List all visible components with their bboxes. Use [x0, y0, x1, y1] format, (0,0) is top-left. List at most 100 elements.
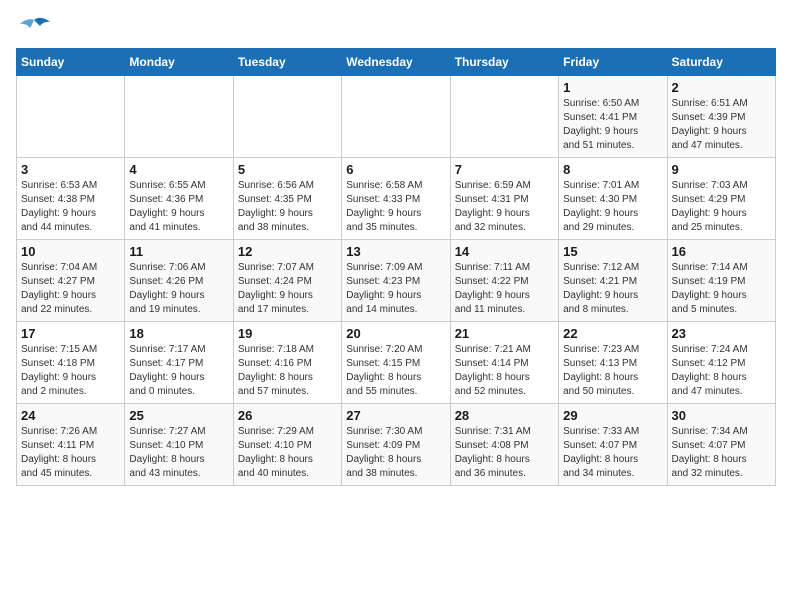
calendar-cell [125, 76, 233, 158]
day-number: 25 [129, 408, 228, 423]
day-number: 9 [672, 162, 771, 177]
day-number: 8 [563, 162, 662, 177]
day-number: 10 [21, 244, 120, 259]
header-wednesday: Wednesday [342, 49, 450, 76]
day-number: 4 [129, 162, 228, 177]
header-sunday: Sunday [17, 49, 125, 76]
calendar-cell: 9 Sunrise: 7:03 AM Sunset: 4:29 PM Daylig… [667, 158, 775, 240]
day-info: Sunrise: 7:29 AM Sunset: 4:10 PM Dayligh… [238, 425, 337, 481]
calendar-cell: 19 Sunrise: 7:18 AM Sunset: 4:16 PM Dayli… [233, 322, 341, 404]
calendar-cell: 14 Sunrise: 7:11 AM Sunset: 4:22 PM Dayli… [450, 240, 558, 322]
calendar-cell: 4Sunrise: 6:55 AM Sunset: 4:36 PM Daylig… [125, 158, 233, 240]
calendar-cell: 1 Sunrise: 6:50 AM Sunset: 4:41 PM Daylig… [559, 76, 667, 158]
calendar-cell: 7 Sunrise: 6:59 AM Sunset: 4:31 PM Daylig… [450, 158, 558, 240]
day-number: 24 [21, 408, 120, 423]
day-number: 22 [563, 326, 662, 341]
day-info: Sunrise: 7:14 AM Sunset: 4:19 PM Dayligh… [672, 261, 771, 317]
day-number: 13 [346, 244, 445, 259]
calendar-cell: 13 Sunrise: 7:09 AM Sunset: 4:23 PM Dayli… [342, 240, 450, 322]
day-number: 27 [346, 408, 445, 423]
day-info: Sunrise: 7:04 AM Sunset: 4:27 PM Dayligh… [21, 261, 120, 317]
day-number: 5 [238, 162, 337, 177]
day-info: Sunrise: 7:15 AM Sunset: 4:18 PM Dayligh… [21, 343, 120, 399]
day-number: 21 [455, 326, 554, 341]
day-number: 12 [238, 244, 337, 259]
day-info: Sunrise: 7:09 AM Sunset: 4:23 PM Dayligh… [346, 261, 445, 317]
calendar-cell: 22Sunrise: 7:23 AM Sunset: 4:13 PM Dayli… [559, 322, 667, 404]
day-number: 19 [238, 326, 337, 341]
day-info: Sunrise: 7:01 AM Sunset: 4:30 PM Dayligh… [563, 179, 662, 235]
day-info: Sunrise: 7:06 AM Sunset: 4:26 PM Dayligh… [129, 261, 228, 317]
day-number: 30 [672, 408, 771, 423]
day-info: Sunrise: 7:17 AM Sunset: 4:17 PM Dayligh… [129, 343, 228, 399]
calendar-cell: 29 Sunrise: 7:33 AM Sunset: 4:07 PM Dayli… [559, 404, 667, 486]
day-info: Sunrise: 7:07 AM Sunset: 4:24 PM Dayligh… [238, 261, 337, 317]
calendar-cell: 23Sunrise: 7:24 AM Sunset: 4:12 PM Dayli… [667, 322, 775, 404]
calendar-cell: 6Sunrise: 6:58 AM Sunset: 4:33 PM Daylig… [342, 158, 450, 240]
calendar-cell: 27 Sunrise: 7:30 AM Sunset: 4:09 PM Dayli… [342, 404, 450, 486]
calendar-row: 10 Sunrise: 7:04 AM Sunset: 4:27 PM Dayli… [17, 240, 776, 322]
day-info: Sunrise: 7:12 AM Sunset: 4:21 PM Dayligh… [563, 261, 662, 317]
day-info: Sunrise: 7:03 AM Sunset: 4:29 PM Dayligh… [672, 179, 771, 235]
calendar-cell: 24 Sunrise: 7:26 AM Sunset: 4:11 PM Dayli… [17, 404, 125, 486]
day-number: 29 [563, 408, 662, 423]
calendar-row: 3 Sunrise: 6:53 AM Sunset: 4:38 PM Daylig… [17, 158, 776, 240]
day-info: Sunrise: 7:33 AM Sunset: 4:07 PM Dayligh… [563, 425, 662, 481]
calendar-cell: 21 Sunrise: 7:21 AM Sunset: 4:14 PM Dayli… [450, 322, 558, 404]
header-thursday: Thursday [450, 49, 558, 76]
day-info: Sunrise: 7:27 AM Sunset: 4:10 PM Dayligh… [129, 425, 228, 481]
day-info: Sunrise: 6:53 AM Sunset: 4:38 PM Dayligh… [21, 179, 120, 235]
day-number: 28 [455, 408, 554, 423]
day-info: Sunrise: 7:21 AM Sunset: 4:14 PM Dayligh… [455, 343, 554, 399]
day-number: 7 [455, 162, 554, 177]
header-friday: Friday [559, 49, 667, 76]
day-info: Sunrise: 7:26 AM Sunset: 4:11 PM Dayligh… [21, 425, 120, 481]
calendar-cell: 10 Sunrise: 7:04 AM Sunset: 4:27 PM Dayli… [17, 240, 125, 322]
calendar-cell: 17 Sunrise: 7:15 AM Sunset: 4:18 PM Dayli… [17, 322, 125, 404]
day-number: 2 [672, 80, 771, 95]
calendar-cell: 15 Sunrise: 7:12 AM Sunset: 4:21 PM Dayli… [559, 240, 667, 322]
day-number: 20 [346, 326, 445, 341]
day-number: 18 [129, 326, 228, 341]
day-number: 1 [563, 80, 662, 95]
day-number: 15 [563, 244, 662, 259]
day-number: 17 [21, 326, 120, 341]
day-info: Sunrise: 6:56 AM Sunset: 4:35 PM Dayligh… [238, 179, 337, 235]
calendar-cell: 26 Sunrise: 7:29 AM Sunset: 4:10 PM Dayli… [233, 404, 341, 486]
calendar-cell: 25 Sunrise: 7:27 AM Sunset: 4:10 PM Dayli… [125, 404, 233, 486]
calendar-cell [342, 76, 450, 158]
logo-bird-icon [16, 16, 52, 44]
day-number: 16 [672, 244, 771, 259]
day-number: 3 [21, 162, 120, 177]
calendar-row: 17 Sunrise: 7:15 AM Sunset: 4:18 PM Dayli… [17, 322, 776, 404]
calendar-cell: 11 Sunrise: 7:06 AM Sunset: 4:26 PM Dayli… [125, 240, 233, 322]
day-info: Sunrise: 7:20 AM Sunset: 4:15 PM Dayligh… [346, 343, 445, 399]
day-number: 26 [238, 408, 337, 423]
header-monday: Monday [125, 49, 233, 76]
day-info: Sunrise: 6:51 AM Sunset: 4:39 PM Dayligh… [672, 97, 771, 153]
calendar-cell: 3 Sunrise: 6:53 AM Sunset: 4:38 PM Daylig… [17, 158, 125, 240]
calendar-row: 1 Sunrise: 6:50 AM Sunset: 4:41 PM Daylig… [17, 76, 776, 158]
header-row: SundayMondayTuesdayWednesdayThursdayFrid… [17, 49, 776, 76]
header-tuesday: Tuesday [233, 49, 341, 76]
calendar-cell: 2 Sunrise: 6:51 AM Sunset: 4:39 PM Daylig… [667, 76, 775, 158]
calendar-cell: 20 Sunrise: 7:20 AM Sunset: 4:15 PM Dayli… [342, 322, 450, 404]
day-info: Sunrise: 7:24 AM Sunset: 4:12 PM Dayligh… [672, 343, 771, 399]
day-info: Sunrise: 7:34 AM Sunset: 4:07 PM Dayligh… [672, 425, 771, 481]
day-number: 11 [129, 244, 228, 259]
day-info: Sunrise: 7:11 AM Sunset: 4:22 PM Dayligh… [455, 261, 554, 317]
day-info: Sunrise: 7:18 AM Sunset: 4:16 PM Dayligh… [238, 343, 337, 399]
calendar-cell [233, 76, 341, 158]
day-info: Sunrise: 6:58 AM Sunset: 4:33 PM Dayligh… [346, 179, 445, 235]
header-saturday: Saturday [667, 49, 775, 76]
calendar-cell: 12 Sunrise: 7:07 AM Sunset: 4:24 PM Dayli… [233, 240, 341, 322]
calendar-cell: 5 Sunrise: 6:56 AM Sunset: 4:35 PM Daylig… [233, 158, 341, 240]
day-info: Sunrise: 7:31 AM Sunset: 4:08 PM Dayligh… [455, 425, 554, 481]
calendar-cell [17, 76, 125, 158]
calendar-table: SundayMondayTuesdayWednesdayThursdayFrid… [16, 48, 776, 486]
day-number: 14 [455, 244, 554, 259]
day-info: Sunrise: 6:50 AM Sunset: 4:41 PM Dayligh… [563, 97, 662, 153]
day-info: Sunrise: 7:30 AM Sunset: 4:09 PM Dayligh… [346, 425, 445, 481]
day-info: Sunrise: 6:59 AM Sunset: 4:31 PM Dayligh… [455, 179, 554, 235]
calendar-cell: 8 Sunrise: 7:01 AM Sunset: 4:30 PM Daylig… [559, 158, 667, 240]
